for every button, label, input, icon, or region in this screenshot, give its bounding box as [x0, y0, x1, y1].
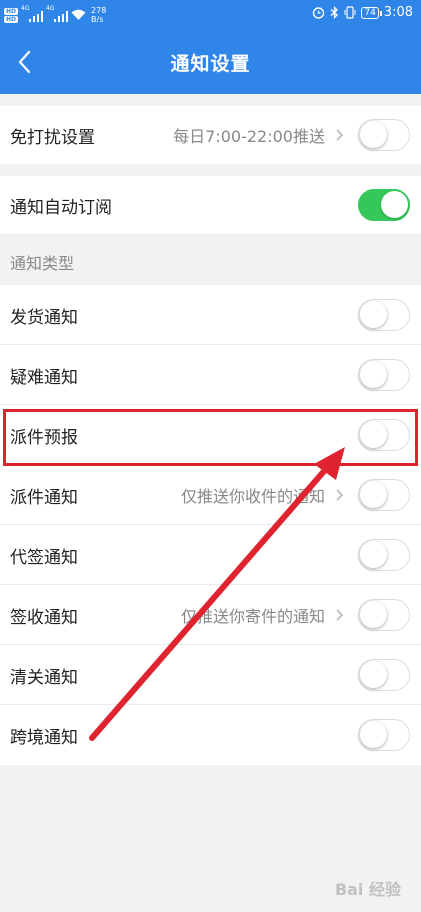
item-label: 签收通知 — [10, 607, 78, 628]
chevron-right-icon — [336, 609, 344, 621]
wifi-icon — [71, 9, 86, 20]
signal-icon: 4G — [21, 5, 44, 22]
auto-subscribe-label: 通知自动订阅 — [10, 197, 112, 218]
item-toggle[interactable] — [358, 659, 410, 691]
toggle-knob — [360, 661, 387, 688]
chevron-right-icon — [336, 489, 344, 501]
item-label: 派件通知 — [10, 487, 78, 508]
app-header: HD HD 4G 4G 278 B/s 74 3:08 通知设置 — [0, 0, 421, 94]
chevron-right-icon — [336, 129, 344, 141]
navbar: 通知设置 — [0, 30, 421, 94]
auto-subscribe-row: 通知自动订阅 — [0, 176, 421, 234]
toggle-knob — [360, 601, 387, 628]
item-label: 疑难通知 — [10, 367, 78, 388]
status-bar: HD HD 4G 4G 278 B/s 74 3:08 — [0, 0, 421, 30]
toggle-knob — [360, 301, 387, 328]
hd-badge: HD — [4, 15, 19, 23]
dnd-label: 免打扰设置 — [10, 127, 95, 148]
toggle-knob — [360, 361, 387, 388]
toggle-knob — [360, 121, 387, 148]
list-item[interactable]: 签收通知 仅推送你寄件的通知 — [0, 585, 421, 645]
section-header: 通知类型 — [0, 236, 421, 284]
item-toggle[interactable] — [358, 479, 410, 511]
battery-icon: 74 — [361, 6, 383, 19]
item-hint: 仅推送你寄件的通知 — [180, 607, 325, 626]
list-item: 疑难通知 — [0, 345, 421, 405]
item-label: 代签通知 — [10, 547, 78, 568]
item-label: 跨境通知 — [10, 727, 78, 748]
list-item: 清关通知 — [0, 645, 421, 705]
hd-badge: HD — [4, 7, 19, 15]
toggle-knob — [360, 421, 387, 448]
item-label: 派件预报 — [10, 427, 78, 448]
toggle-knob — [360, 541, 387, 568]
hd-badges: HD HD — [4, 7, 19, 23]
section-title: 通知类型 — [10, 254, 75, 273]
list-item: 派件预报 — [0, 405, 421, 465]
item-toggle[interactable] — [358, 599, 410, 631]
alarm-icon — [313, 7, 325, 19]
page-title: 通知设置 — [170, 53, 251, 75]
dnd-hint: 每日7:00-22:00推送 — [173, 127, 325, 146]
item-label: 清关通知 — [10, 667, 78, 688]
list-item[interactable]: 派件通知 仅推送你收件的通知 — [0, 465, 421, 525]
vibrate-icon — [344, 6, 356, 19]
dnd-row[interactable]: 免打扰设置 每日7:00-22:00推送 — [0, 106, 421, 164]
item-toggle[interactable] — [358, 539, 410, 571]
item-hint: 仅推送你收件的通知 — [180, 487, 325, 506]
signal-icon: 4G — [46, 5, 69, 22]
toggle-knob — [381, 191, 408, 218]
clock: 3:08 — [383, 5, 413, 20]
watermark: Bai 经验 — [334, 880, 401, 899]
item-toggle[interactable] — [358, 719, 410, 751]
item-label: 发货通知 — [10, 307, 78, 328]
dnd-toggle[interactable] — [358, 119, 410, 151]
list-item: 跨境通知 — [0, 705, 421, 765]
item-toggle[interactable] — [358, 419, 410, 451]
list-item: 代签通知 — [0, 525, 421, 585]
bluetooth-icon — [330, 6, 339, 19]
network-speed: 278 B/s — [91, 6, 107, 24]
toggle-knob — [360, 721, 387, 748]
auto-subscribe-toggle[interactable] — [358, 189, 410, 221]
item-toggle[interactable] — [358, 299, 410, 331]
item-toggle[interactable] — [358, 359, 410, 391]
list-item: 发货通知 — [0, 285, 421, 345]
toggle-knob — [360, 481, 387, 508]
